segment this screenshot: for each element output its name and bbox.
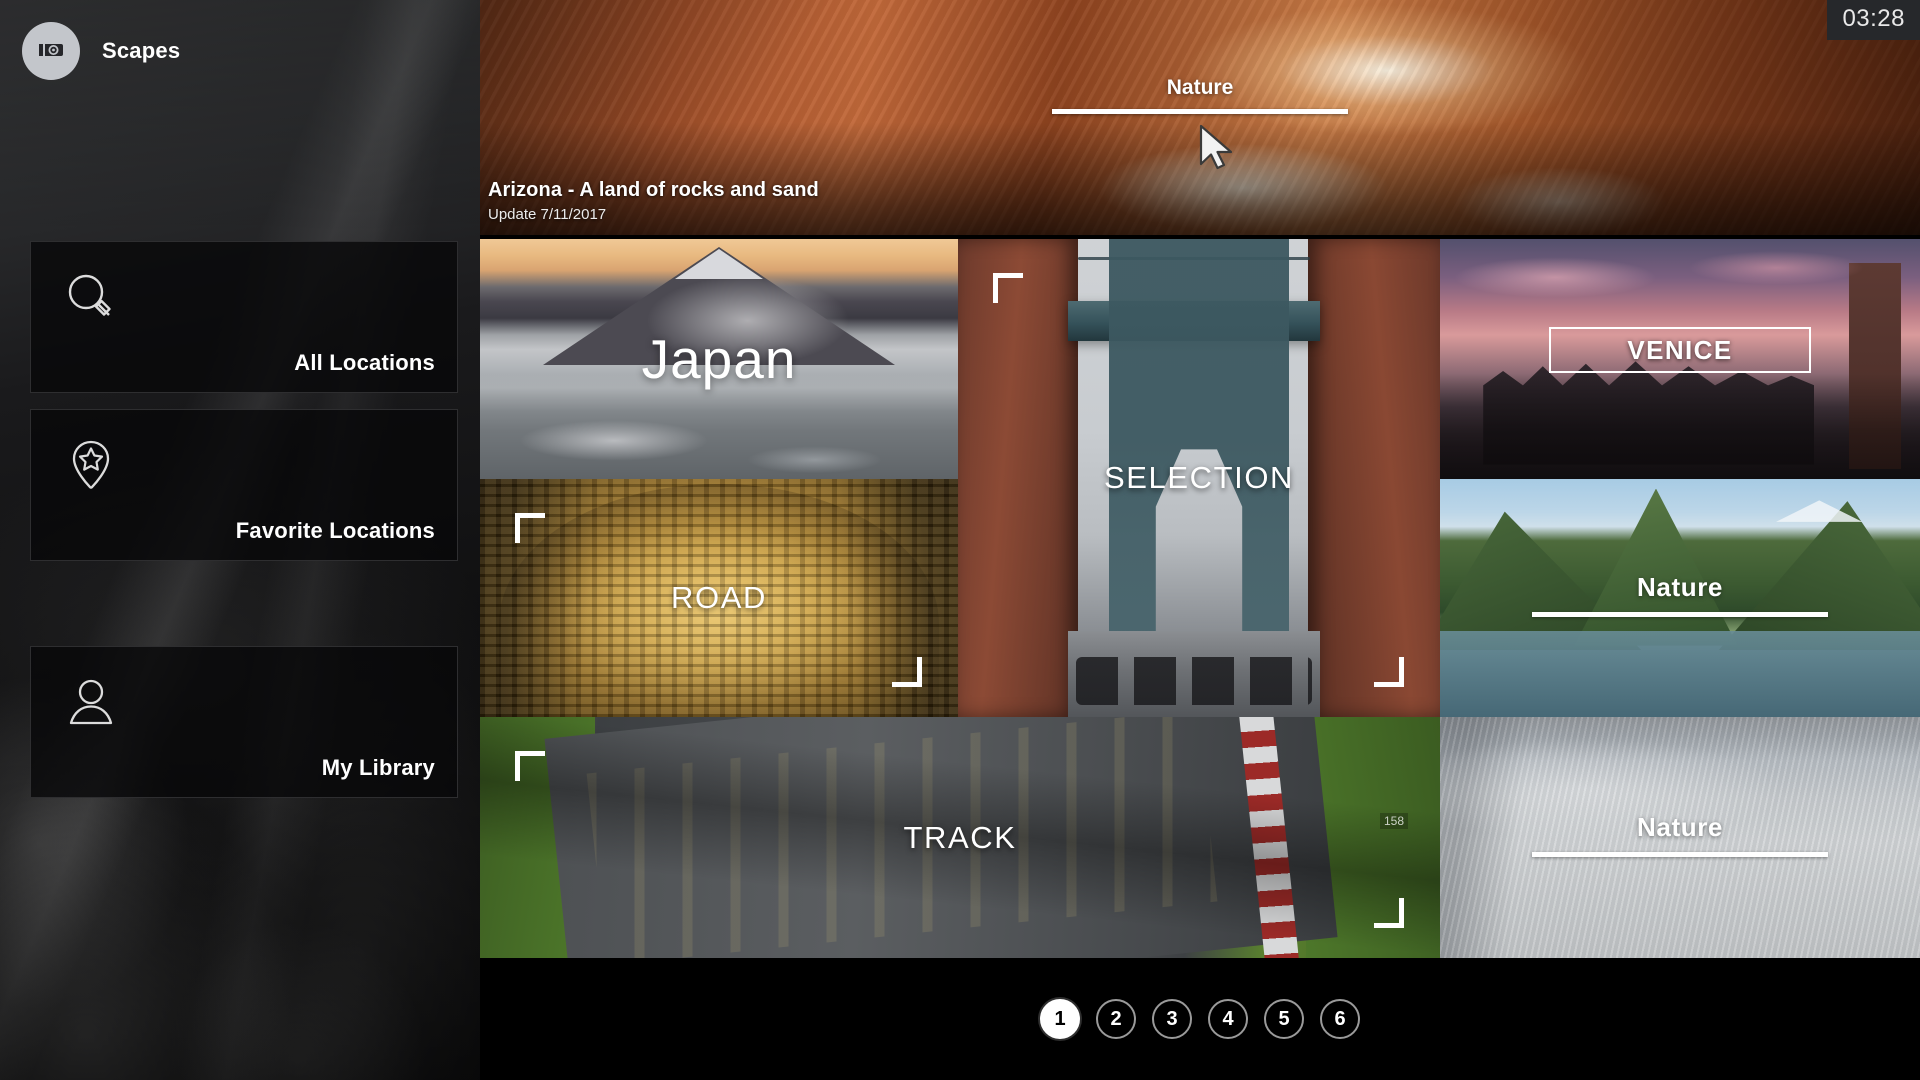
app-brand: Scapes [22,22,180,80]
sidebar-item-all-locations[interactable]: All Locations [30,241,458,393]
sidebar: Scapes All Locations [0,0,480,1080]
focus-bracket-bottom-right-icon [1374,657,1404,687]
sidebar-item-label: Favorite Locations [236,518,435,544]
pagination: 1 2 3 4 5 6 [480,958,1920,1080]
sidebar-menu: All Locations Favorite Locations [30,241,458,798]
scape-tile-venice[interactable]: VENICE [1440,239,1920,479]
tile-label: SELECTION [958,460,1440,496]
tile-label: TRACK [480,820,1440,856]
focus-bracket-top-left-icon [515,513,545,543]
sidebar-item-label: My Library [322,755,435,781]
tile-label-underline [1532,852,1828,857]
page-button-2[interactable]: 2 [1096,999,1136,1039]
hero-caption: Arizona - A land of rocks and sand Updat… [488,179,819,223]
scape-tile-nature-fjord[interactable]: Nature [1440,479,1920,717]
sidebar-item-my-library[interactable]: My Library [30,646,458,798]
hero-title: Arizona - A land of rocks and sand [488,179,819,202]
page-button-3[interactable]: 3 [1152,999,1192,1039]
parked-cars-shape [1076,657,1312,705]
camera-icon [22,22,80,80]
hero-featured-scape[interactable]: Nature Arizona - A land of rocks and san… [480,0,1920,235]
sidebar-item-favorite-locations[interactable]: Favorite Locations [30,409,458,561]
page-button-4[interactable]: 4 [1208,999,1248,1039]
clock: 03:28 [1827,0,1920,40]
content-area: Nature Arizona - A land of rocks and san… [480,0,1920,1080]
tile-label: ROAD [480,580,958,616]
map-pin-star-icon [63,438,119,499]
hero-focus-indicator: Nature [1052,76,1348,114]
focus-bracket-bottom-right-icon [1374,898,1404,928]
hero-focus-underline [1052,109,1348,114]
page-button-1[interactable]: 1 [1040,999,1080,1039]
scapes-grid: Japan SELECTION [480,239,1920,958]
tile-label: Nature [1532,572,1828,603]
scape-tile-japan[interactable]: Japan [480,239,958,479]
scape-tile-nature-dunes[interactable]: Nature [1440,717,1920,958]
tile-label: Nature [1532,812,1828,843]
hero-focus-label: Nature [1052,76,1348,100]
scape-tile-selection[interactable]: SELECTION [958,239,1440,717]
mountain-center-shape [1574,489,1737,646]
tile-label: VENICE [1627,335,1732,366]
tile-label-block: Nature [1532,572,1828,617]
focus-bracket-top-left-icon [515,751,545,781]
tile-label: Japan [480,327,958,391]
campanile-shape [1849,263,1901,469]
tile-selection-box: VENICE [1549,327,1811,373]
scape-tile-track[interactable]: 158 TRACK [480,717,1440,958]
scape-tile-road[interactable]: ROAD [480,479,958,717]
sidebar-item-label: All Locations [294,350,435,376]
scapes-app-screen: Scapes All Locations [0,0,1920,1080]
person-icon [63,675,119,736]
lake-shape [1440,631,1920,717]
app-title: Scapes [102,38,180,64]
page-button-6[interactable]: 6 [1320,999,1360,1039]
tile-label-underline [1532,612,1828,617]
focus-bracket-top-left-icon [993,273,1023,303]
magnifier-icon [63,270,119,331]
tile-label-block: Nature [1532,812,1828,857]
page-button-5[interactable]: 5 [1264,999,1304,1039]
mountain-snowcap-shape [675,249,763,279]
hero-update-date: Update 7/11/2017 [488,206,819,223]
focus-bracket-bottom-right-icon [892,657,922,687]
